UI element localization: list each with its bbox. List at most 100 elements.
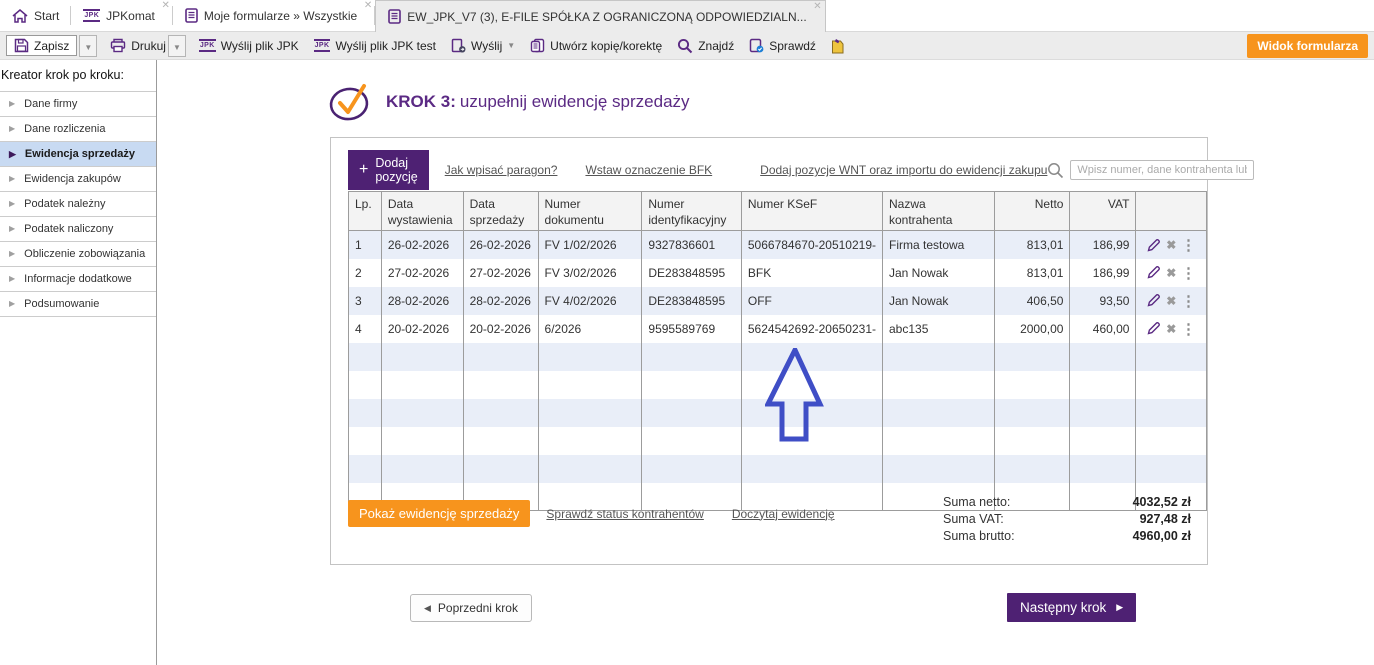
- table-row[interactable]: 1 26-02-2026 26-02-2026 FV 1/02/2026 932…: [349, 231, 1207, 259]
- form-view-button[interactable]: Widok formularza: [1247, 34, 1368, 58]
- cell-vat: 186,99: [1070, 259, 1136, 287]
- table-row[interactable]: 2 27-02-2026 27-02-2026 FV 3/02/2026 DE2…: [349, 259, 1207, 287]
- cell-vat: 93,50: [1070, 287, 1136, 315]
- plus-icon: +: [359, 162, 368, 178]
- add-item-button[interactable]: + Dodaj pozycję: [348, 150, 429, 190]
- main-area: KROK 3:uzupełnij ewidencję sprzedaży + D…: [157, 60, 1374, 665]
- save-button[interactable]: Zapisz: [6, 35, 77, 56]
- copy-correction-button[interactable]: Utwórz kopię/korektę: [530, 38, 662, 53]
- sales-table: Lp. Data wystawienia Data sprzedaży Nume…: [348, 191, 1207, 511]
- triangle-icon: ▶: [9, 225, 15, 233]
- tab-moje-formularze[interactable]: Moje formularze » Wszystkie ✕: [173, 0, 375, 31]
- insert-bfk-link[interactable]: Wstaw oznaczenie BFK: [585, 163, 712, 177]
- check-contractor-status-link[interactable]: Sprawdź status kontrahentów: [546, 507, 703, 521]
- tab-start[interactable]: Start: [0, 0, 71, 31]
- sidebar-item-label: Dane firmy: [24, 98, 77, 110]
- sidebar-item-label: Podatek naliczony: [24, 223, 113, 235]
- form-icon: [185, 8, 198, 23]
- x-icon[interactable]: ✖: [1166, 322, 1176, 336]
- send-jpk-button[interactable]: JPK Wyślij plik JPK: [199, 39, 299, 53]
- triangle-icon: ▶: [9, 175, 15, 183]
- sidebar-item-label: Obliczenie zobowiązania: [24, 248, 145, 260]
- sidebar-item-label: Podatek należny: [24, 198, 105, 210]
- cell-numer-identyfikacyjny: DE283848595: [642, 287, 741, 315]
- clipboard-button[interactable]: [831, 38, 844, 54]
- print-dropdown-button[interactable]: ▼: [168, 35, 186, 57]
- cell-data-sprzedazy: 20-02-2026: [463, 315, 538, 343]
- sidebar-item-label: Dane rozliczenia: [24, 123, 105, 135]
- cell-numer-identyfikacyjny: 9327836601: [642, 231, 741, 259]
- x-icon[interactable]: ✖: [1166, 266, 1176, 280]
- sidebar-item-informacje-dodatkowe[interactable]: ▶Informacje dodatkowe: [0, 267, 156, 292]
- cell-netto: 813,01: [994, 259, 1070, 287]
- save-dropdown-button[interactable]: ▼: [79, 35, 97, 57]
- sidebar-heading: Kreator krok po kroku:: [0, 63, 156, 92]
- content-area: Kreator krok po kroku: ▶Dane firmy ▶Dane…: [0, 60, 1374, 665]
- kebab-menu-icon[interactable]: ⋮: [1181, 264, 1196, 282]
- tab-ew-jpk-v7[interactable]: EW_JPK_V7 (3), E-FILE SPÓŁKA Z OGRANICZO…: [375, 0, 825, 32]
- pencil-icon[interactable]: [1146, 321, 1161, 336]
- sidebar-item-dane-firmy[interactable]: ▶Dane firmy: [0, 92, 156, 117]
- panel-footer: Pokaż ewidencję sprzedaży Sprawdź status…: [348, 500, 835, 527]
- close-icon[interactable]: ✕: [813, 2, 821, 12]
- previous-step-label: Poprzedni krok: [438, 601, 518, 615]
- cell-lp: 2: [349, 259, 382, 287]
- cell-data-wystawienia: 27-02-2026: [381, 259, 463, 287]
- wizard-sidebar: Kreator krok po kroku: ▶Dane firmy ▶Dane…: [0, 60, 157, 665]
- step-description: uzupełnij ewidencję sprzedaży: [460, 92, 690, 111]
- triangle-icon: ▶: [9, 150, 16, 159]
- cell-numer-dokumentu: FV 1/02/2026: [538, 231, 642, 259]
- send-button[interactable]: Wyślij ▼: [451, 38, 515, 53]
- sidebar-item-dane-rozliczenia[interactable]: ▶ Dane rozliczenia: [0, 117, 156, 142]
- clipboard-icon: [831, 38, 844, 54]
- show-sales-register-button[interactable]: Pokaż ewidencję sprzedaży: [348, 500, 530, 527]
- sum-vat-label: Suma VAT:: [943, 512, 1004, 526]
- cell-nazwa-kontrahenta: Jan Nowak: [883, 287, 995, 315]
- cell-nazwa-kontrahenta: Firma testowa: [883, 231, 995, 259]
- search-input[interactable]: [1070, 160, 1254, 180]
- close-icon[interactable]: ✕: [364, 1, 372, 11]
- sum-vat-row: Suma VAT:927,48 zł: [943, 512, 1191, 526]
- empty-row: [349, 399, 1207, 427]
- arrow-left-icon: ◀: [424, 603, 431, 614]
- x-icon[interactable]: ✖: [1166, 294, 1176, 308]
- sidebar-item-ewidencja-zakupow[interactable]: ▶Ewidencja zakupów: [0, 167, 156, 192]
- arrow-right-icon: ▶: [1116, 602, 1123, 613]
- check-button[interactable]: Sprawdź: [749, 38, 816, 53]
- cell-vat: 460,00: [1070, 315, 1136, 343]
- x-icon[interactable]: ✖: [1166, 238, 1176, 252]
- pencil-icon[interactable]: [1146, 238, 1161, 253]
- panel-toolbar: + Dodaj pozycję Jak wpisać paragon? Wsta…: [348, 150, 1191, 190]
- kebab-menu-icon[interactable]: ⋮: [1181, 292, 1196, 310]
- sidebar-item-podsumowanie[interactable]: ▶Podsumowanie: [0, 292, 156, 317]
- next-step-button[interactable]: Następny krok ▶: [1007, 593, 1136, 622]
- previous-step-button[interactable]: ◀ Poprzedni krok: [410, 594, 532, 622]
- print-button[interactable]: Drukuj: [110, 38, 166, 53]
- tab-jpkomat[interactable]: JPK JPKomat ✕: [71, 0, 173, 31]
- pencil-icon[interactable]: [1146, 265, 1161, 280]
- sidebar-item-ewidencja-sprzedazy[interactable]: ▶Ewidencja sprzedaży: [0, 142, 156, 167]
- kebab-menu-icon[interactable]: ⋮: [1181, 236, 1196, 254]
- find-button[interactable]: Znajdź: [677, 38, 734, 54]
- sidebar-item-podatek-nalezny[interactable]: ▶Podatek należny: [0, 192, 156, 217]
- column-header-actions: [1136, 192, 1207, 231]
- how-to-enter-receipt-link[interactable]: Jak wpisać paragon?: [445, 163, 558, 177]
- sum-brutto-label: Suma brutto:: [943, 529, 1015, 543]
- reload-register-link[interactable]: Doczytaj ewidencję: [732, 507, 835, 521]
- triangle-icon: ▶: [9, 125, 15, 133]
- send-jpk-test-button[interactable]: JPK Wyślij plik JPK test: [314, 39, 436, 53]
- sidebar-item-podatek-naliczony[interactable]: ▶ Podatek naliczony: [0, 217, 156, 242]
- pencil-icon[interactable]: [1146, 293, 1161, 308]
- cell-nazwa-kontrahenta: abc135: [883, 315, 995, 343]
- kebab-menu-icon[interactable]: ⋮: [1181, 320, 1196, 338]
- cell-lp: 1: [349, 231, 382, 259]
- sidebar-item-obliczenie-zobowiazania[interactable]: ▶Obliczenie zobowiązania: [0, 242, 156, 267]
- cell-numer-dokumentu: 6/2026: [538, 315, 642, 343]
- table-row[interactable]: 3 28-02-2026 28-02-2026 FV 4/02/2026 DE2…: [349, 287, 1207, 315]
- column-header-nazwa-kontrahenta: Nazwa kontrahenta: [883, 192, 995, 231]
- add-wnt-import-link[interactable]: Dodaj pozycje WNT oraz importu do ewiden…: [760, 163, 1047, 177]
- table-row[interactable]: 4 20-02-2026 20-02-2026 6/2026 959558976…: [349, 315, 1207, 343]
- search-icon: [677, 38, 693, 54]
- tab-label: Moje formularze » Wszystkie: [204, 9, 357, 23]
- close-icon[interactable]: ✕: [161, 1, 169, 11]
